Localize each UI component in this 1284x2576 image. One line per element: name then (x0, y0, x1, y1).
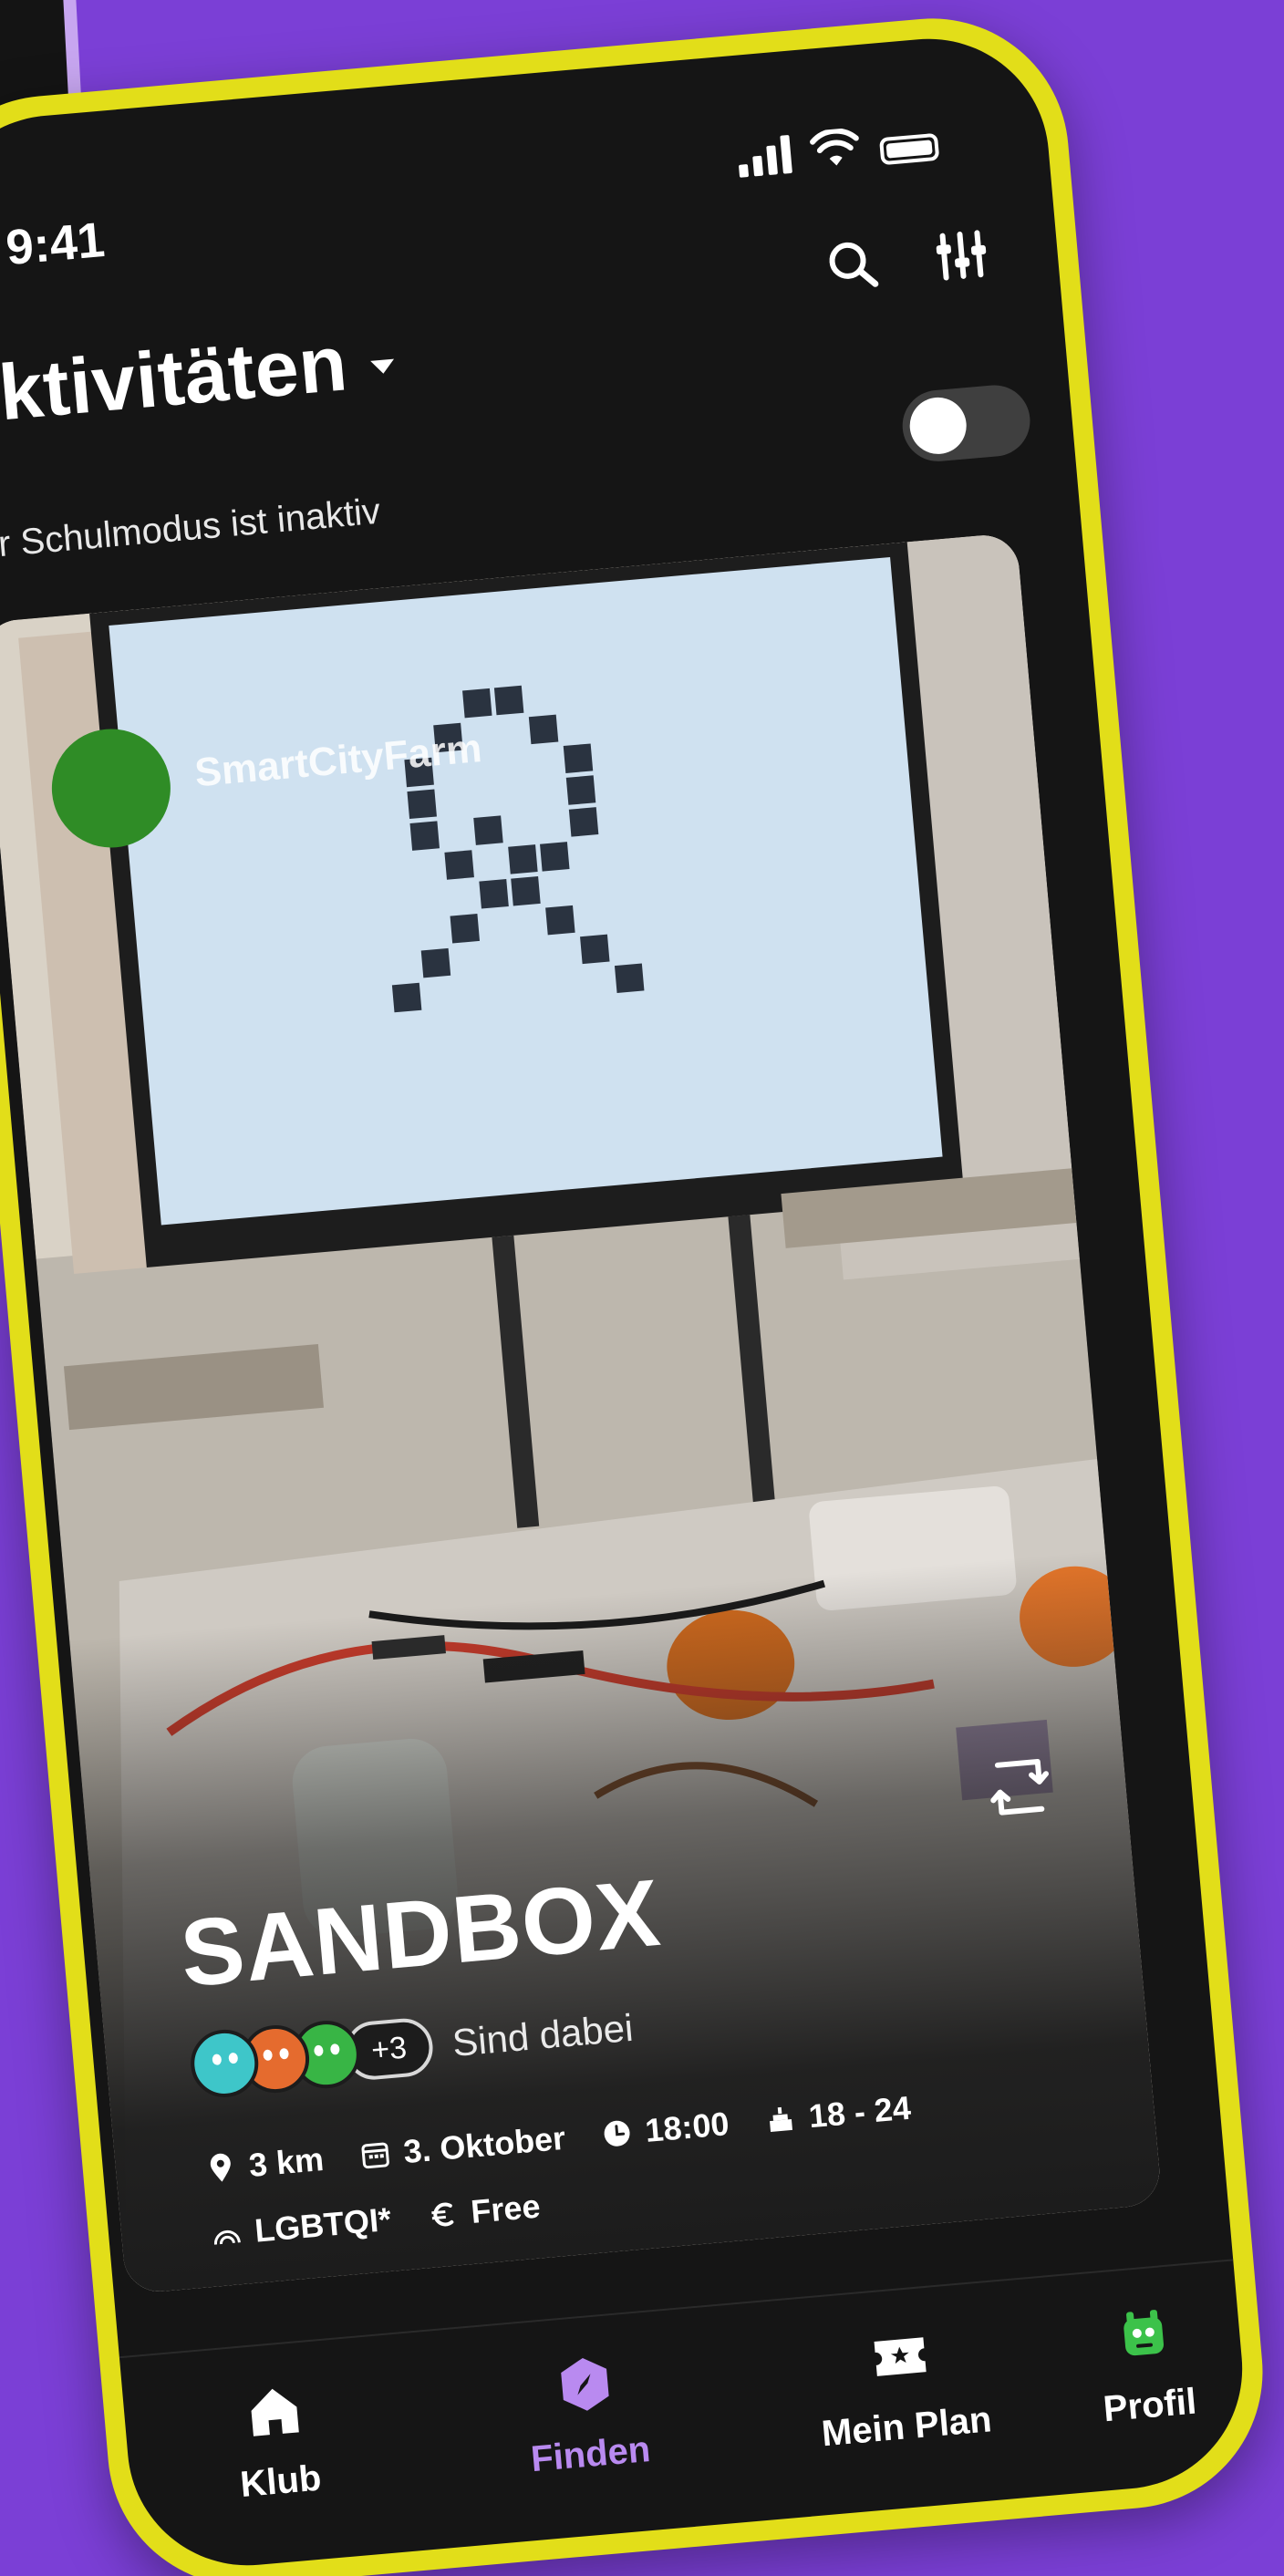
calendar-icon (361, 2142, 389, 2169)
page-title[interactable]: Aktivitäten (0, 315, 399, 444)
app-screen: 9:41 Aktivitäten Der Schulmodus ist inak… (0, 28, 1253, 2576)
tab-mein-plan[interactable]: Mein Plan (813, 2320, 994, 2456)
chevron-down-icon (370, 358, 396, 375)
flip-card-icon[interactable] (984, 1752, 1055, 1823)
tab-label: Mein Plan (820, 2399, 994, 2455)
attendees-label: Sind dabei (450, 2005, 636, 2064)
price-text: Free (469, 2187, 542, 2230)
phone-mockup: 9:41 Aktivitäten Der Schulmodus ist inak… (0, 6, 1274, 2576)
stage: 9:41 Aktivitäten Der Schulmodus ist inak… (0, 0, 1284, 2576)
tab-label: Profil (1102, 2381, 1198, 2430)
clock-icon (604, 2120, 630, 2147)
tab-klub[interactable]: Klub (232, 2378, 323, 2506)
school-mode-label: Der Schulmodus ist inaktiv (0, 491, 382, 569)
wifi-icon (810, 128, 859, 166)
distance-text: 3 km (247, 2139, 326, 2184)
page-title-text: Aktivitäten (0, 319, 351, 442)
time-text: 18:00 (643, 2105, 731, 2149)
tab-profil[interactable]: Profil (1094, 2302, 1198, 2430)
tab-label: Klub (238, 2457, 324, 2506)
activity-card[interactable]: SmartCityFarm SANDBOX +3 Sind dabei 3 km… (0, 532, 1163, 2295)
monster-avatar-icon (1124, 2310, 1165, 2356)
school-mode-toggle[interactable] (899, 382, 1033, 465)
filter-icon[interactable] (927, 221, 997, 290)
tab-label: Finden (529, 2428, 652, 2480)
cake-icon (770, 2106, 793, 2133)
battery-icon (878, 132, 940, 166)
home-icon (251, 2388, 300, 2436)
status-icons (736, 120, 940, 178)
ticket-icon (874, 2337, 927, 2376)
signal-icon (736, 133, 792, 178)
toggle-knob (907, 395, 969, 457)
search-icon[interactable] (818, 230, 887, 299)
euro-icon (431, 2202, 454, 2227)
location-pin-icon (210, 2153, 231, 2182)
compass-icon (560, 2357, 609, 2411)
status-time: 9:41 (4, 212, 108, 276)
rainbow-icon (214, 2229, 241, 2245)
tab-finden[interactable]: Finden (523, 2349, 652, 2480)
